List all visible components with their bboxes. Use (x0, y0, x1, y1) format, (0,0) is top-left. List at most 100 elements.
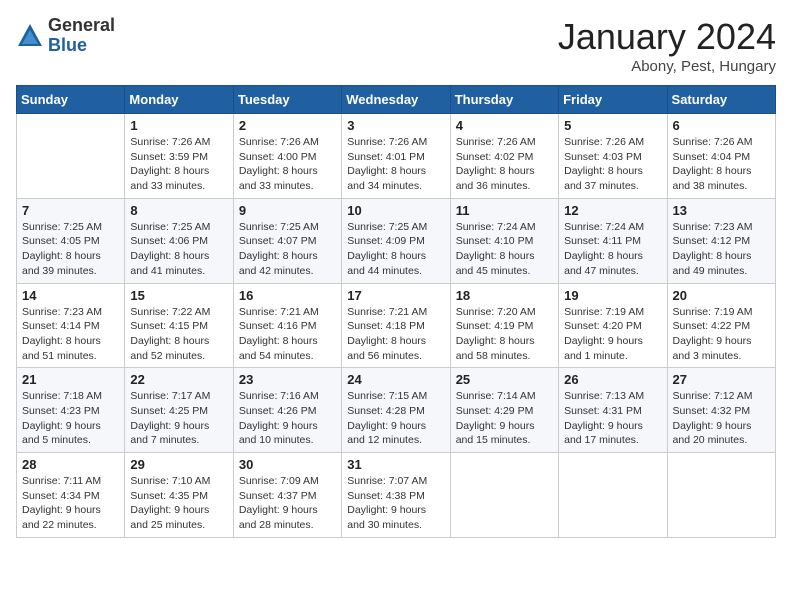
calendar-cell: 25 Sunrise: 7:14 AMSunset: 4:29 PMDayligh… (450, 368, 558, 453)
day-info: Sunrise: 7:13 AMSunset: 4:31 PMDaylight:… (564, 389, 661, 448)
calendar-cell: 1 Sunrise: 7:26 AMSunset: 3:59 PMDaylight… (125, 114, 233, 199)
calendar-cell: 7 Sunrise: 7:25 AMSunset: 4:05 PMDaylight… (17, 198, 125, 283)
logo-general: General (48, 16, 115, 36)
calendar-cell: 17 Sunrise: 7:21 AMSunset: 4:18 PMDayligh… (342, 283, 450, 368)
calendar-cell (450, 453, 558, 538)
day-info: Sunrise: 7:25 AMSunset: 4:05 PMDaylight:… (22, 220, 119, 279)
day-header-tuesday: Tuesday (233, 86, 341, 114)
day-number: 8 (130, 203, 227, 218)
calendar-cell: 28 Sunrise: 7:11 AMSunset: 4:34 PMDayligh… (17, 453, 125, 538)
day-header-wednesday: Wednesday (342, 86, 450, 114)
day-header-sunday: Sunday (17, 86, 125, 114)
calendar-cell: 30Sunrise: 7:09 AMSunset: 4:37 PMDayligh… (233, 453, 341, 538)
logo-text: General Blue (48, 16, 115, 56)
day-number: 23 (239, 372, 336, 387)
day-number: 15 (130, 288, 227, 303)
day-number: 21 (22, 372, 119, 387)
day-info: Sunrise: 7:22 AMSunset: 4:15 PMDaylight:… (130, 305, 227, 364)
calendar-cell: 27 Sunrise: 7:12 AMSunset: 4:32 PMDayligh… (667, 368, 775, 453)
day-number: 25 (456, 372, 553, 387)
day-info: Sunrise: 7:12 AMSunset: 4:32 PMDaylight:… (673, 389, 770, 448)
day-number: 19 (564, 288, 661, 303)
day-number: 3 (347, 118, 444, 133)
month-title: January 2024 (558, 16, 776, 58)
calendar-cell: 10Sunrise: 7:25 AMSunset: 4:09 PMDayligh… (342, 198, 450, 283)
logo-icon (16, 22, 44, 50)
day-info: Sunrise: 7:25 AMSunset: 4:06 PMDaylight:… (130, 220, 227, 279)
day-info: Sunrise: 7:19 AMSunset: 4:22 PMDaylight:… (673, 305, 770, 364)
day-header-thursday: Thursday (450, 86, 558, 114)
calendar-cell: 20 Sunrise: 7:19 AMSunset: 4:22 PMDayligh… (667, 283, 775, 368)
day-info: Sunrise: 7:21 AMSunset: 4:16 PMDaylight:… (239, 305, 336, 364)
calendar-header-row: SundayMondayTuesdayWednesdayThursdayFrid… (17, 86, 776, 114)
day-info: Sunrise: 7:09 AMSunset: 4:37 PMDaylight:… (239, 474, 336, 533)
day-number: 24 (347, 372, 444, 387)
calendar-cell: 5 Sunrise: 7:26 AMSunset: 4:03 PMDaylight… (559, 114, 667, 199)
day-number: 20 (673, 288, 770, 303)
day-info: Sunrise: 7:25 AMSunset: 4:09 PMDaylight:… (347, 220, 444, 279)
day-number: 17 (347, 288, 444, 303)
day-info: Sunrise: 7:19 AMSunset: 4:20 PMDaylight:… (564, 305, 661, 364)
calendar-cell (17, 114, 125, 199)
calendar-cell: 19 Sunrise: 7:19 AMSunset: 4:20 PMDayligh… (559, 283, 667, 368)
calendar-cell: 21 Sunrise: 7:18 AMSunset: 4:23 PMDayligh… (17, 368, 125, 453)
day-info: Sunrise: 7:26 AMSunset: 4:01 PMDaylight:… (347, 135, 444, 194)
calendar-cell: 3 Sunrise: 7:26 AMSunset: 4:01 PMDaylight… (342, 114, 450, 199)
calendar-cell (667, 453, 775, 538)
calendar-cell (559, 453, 667, 538)
day-info: Sunrise: 7:25 AMSunset: 4:07 PMDaylight:… (239, 220, 336, 279)
day-number: 11 (456, 203, 553, 218)
title-block: January 2024 Abony, Pest, Hungary (558, 16, 776, 75)
day-number: 29 (130, 457, 227, 472)
calendar-cell: 26 Sunrise: 7:13 AMSunset: 4:31 PMDayligh… (559, 368, 667, 453)
day-info: Sunrise: 7:24 AMSunset: 4:10 PMDaylight:… (456, 220, 553, 279)
day-info: Sunrise: 7:11 AMSunset: 4:34 PMDaylight:… (22, 474, 119, 533)
day-header-monday: Monday (125, 86, 233, 114)
calendar-week-row: 7 Sunrise: 7:25 AMSunset: 4:05 PMDaylight… (17, 198, 776, 283)
day-info: Sunrise: 7:23 AMSunset: 4:12 PMDaylight:… (673, 220, 770, 279)
calendar-cell: 15 Sunrise: 7:22 AMSunset: 4:15 PMDayligh… (125, 283, 233, 368)
day-info: Sunrise: 7:18 AMSunset: 4:23 PMDaylight:… (22, 389, 119, 448)
calendar-cell: 31 Sunrise: 7:07 AMSunset: 4:38 PMDayligh… (342, 453, 450, 538)
day-number: 9 (239, 203, 336, 218)
day-number: 31 (347, 457, 444, 472)
logo-blue: Blue (48, 36, 115, 56)
day-number: 16 (239, 288, 336, 303)
calendar-cell: 24Sunrise: 7:15 AMSunset: 4:28 PMDayligh… (342, 368, 450, 453)
day-number: 2 (239, 118, 336, 133)
day-info: Sunrise: 7:07 AMSunset: 4:38 PMDaylight:… (347, 474, 444, 533)
day-number: 14 (22, 288, 119, 303)
calendar-cell: 18 Sunrise: 7:20 AMSunset: 4:19 PMDayligh… (450, 283, 558, 368)
calendar-cell: 23Sunrise: 7:16 AMSunset: 4:26 PMDayligh… (233, 368, 341, 453)
day-info: Sunrise: 7:21 AMSunset: 4:18 PMDaylight:… (347, 305, 444, 364)
day-number: 13 (673, 203, 770, 218)
calendar-cell: 22Sunrise: 7:17 AMSunset: 4:25 PMDayligh… (125, 368, 233, 453)
day-number: 6 (673, 118, 770, 133)
calendar-week-row: 21 Sunrise: 7:18 AMSunset: 4:23 PMDayligh… (17, 368, 776, 453)
day-number: 4 (456, 118, 553, 133)
calendar-cell: 11 Sunrise: 7:24 AMSunset: 4:10 PMDayligh… (450, 198, 558, 283)
day-info: Sunrise: 7:14 AMSunset: 4:29 PMDaylight:… (456, 389, 553, 448)
day-info: Sunrise: 7:20 AMSunset: 4:19 PMDaylight:… (456, 305, 553, 364)
day-number: 26 (564, 372, 661, 387)
day-number: 1 (130, 118, 227, 133)
calendar-cell: 4 Sunrise: 7:26 AMSunset: 4:02 PMDaylight… (450, 114, 558, 199)
calendar-table: SundayMondayTuesdayWednesdayThursdayFrid… (16, 85, 776, 538)
calendar-week-row: 28 Sunrise: 7:11 AMSunset: 4:34 PMDayligh… (17, 453, 776, 538)
calendar-cell: 9 Sunrise: 7:25 AMSunset: 4:07 PMDaylight… (233, 198, 341, 283)
day-number: 27 (673, 372, 770, 387)
day-number: 28 (22, 457, 119, 472)
logo: General Blue (16, 16, 115, 56)
calendar-week-row: 14Sunrise: 7:23 AMSunset: 4:14 PMDayligh… (17, 283, 776, 368)
day-info: Sunrise: 7:26 AMSunset: 3:59 PMDaylight:… (130, 135, 227, 194)
day-info: Sunrise: 7:24 AMSunset: 4:11 PMDaylight:… (564, 220, 661, 279)
day-info: Sunrise: 7:26 AMSunset: 4:02 PMDaylight:… (456, 135, 553, 194)
day-number: 7 (22, 203, 119, 218)
day-number: 12 (564, 203, 661, 218)
day-number: 18 (456, 288, 553, 303)
day-info: Sunrise: 7:26 AMSunset: 4:04 PMDaylight:… (673, 135, 770, 194)
calendar-cell: 12 Sunrise: 7:24 AMSunset: 4:11 PMDayligh… (559, 198, 667, 283)
day-info: Sunrise: 7:10 AMSunset: 4:35 PMDaylight:… (130, 474, 227, 533)
day-info: Sunrise: 7:26 AMSunset: 4:03 PMDaylight:… (564, 135, 661, 194)
day-number: 5 (564, 118, 661, 133)
